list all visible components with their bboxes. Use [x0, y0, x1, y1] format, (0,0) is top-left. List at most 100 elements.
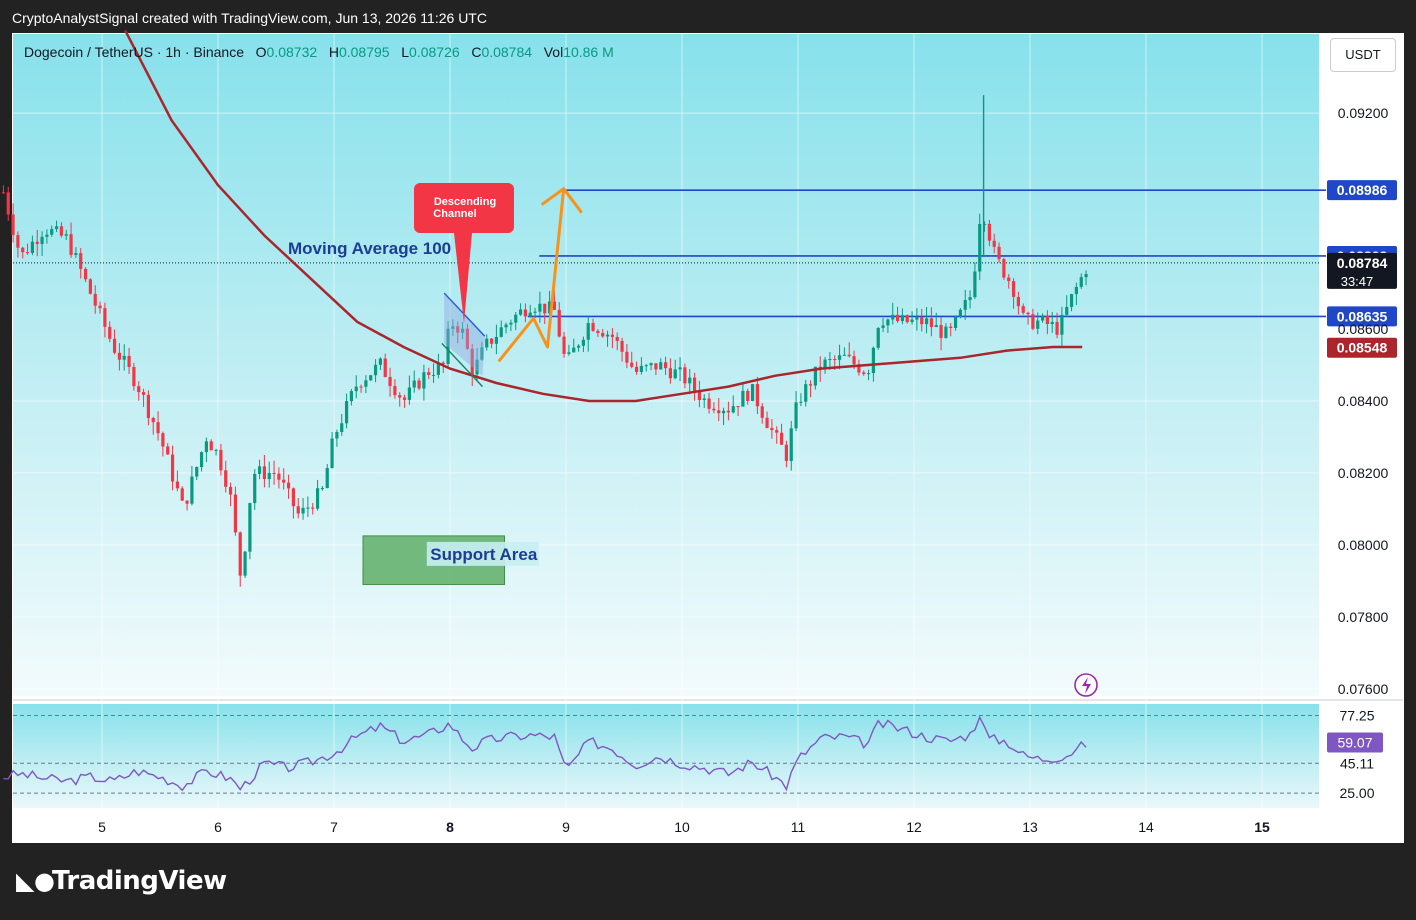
candle-body [224, 470, 228, 487]
candle-body [54, 226, 59, 230]
candle-body [151, 417, 155, 423]
candle-body [117, 352, 121, 360]
candle-body [291, 488, 295, 507]
candle-body [1011, 281, 1016, 297]
candle-body [688, 377, 692, 384]
candle-body [605, 334, 610, 337]
candle-body [572, 347, 576, 353]
candle-body [808, 384, 813, 386]
logo-text: TradingView [52, 866, 227, 896]
candle-body [219, 449, 223, 471]
candle-body [920, 317, 924, 325]
candle-body [707, 398, 711, 409]
candle-body [185, 500, 189, 504]
candle-body [973, 271, 977, 298]
candle-body [557, 309, 561, 337]
candle-body [431, 374, 436, 376]
candle-body [1016, 296, 1020, 307]
low-label: L [401, 44, 410, 60]
countdown-text: 33:47 [1341, 274, 1374, 289]
candle-body [514, 314, 518, 323]
x-tick-label: 12 [906, 819, 922, 835]
candle-body [93, 293, 97, 306]
candle-body [74, 253, 78, 255]
candle-body [576, 345, 581, 348]
volume-value: 10.86 M [563, 44, 614, 60]
candle-body [485, 338, 489, 348]
candle-body [175, 481, 179, 489]
y-tick-label: 0.07800 [1338, 609, 1389, 625]
x-tick-label: 5 [98, 819, 106, 835]
candle-body [190, 476, 194, 504]
candle-body [1002, 259, 1006, 278]
candle-body [146, 394, 150, 418]
candle-body [122, 355, 126, 360]
y-tick-label: 0.08400 [1338, 393, 1389, 409]
candle-body [842, 354, 846, 356]
level-tag-text: 0.08986 [1337, 182, 1388, 198]
candle-body [717, 410, 721, 414]
candle-body [760, 406, 764, 418]
callout-text-1: Descending [434, 196, 496, 208]
rsi-current-text: 59.07 [1337, 735, 1372, 751]
candle-body [301, 507, 305, 514]
price-chart[interactable]: 0.089860.088030.086350.085480.0878433:47… [0, 0, 1416, 920]
candle-body [30, 241, 34, 253]
candle-body [248, 503, 252, 552]
candle-body [615, 336, 619, 341]
candle-body [659, 362, 663, 370]
candle-body [837, 355, 842, 360]
candle-body [895, 314, 900, 322]
candle-body [6, 192, 10, 215]
candle-body [1021, 306, 1025, 313]
candle-body [692, 377, 697, 391]
tv-logo-icon: ◣● [16, 867, 55, 895]
candle-body [141, 392, 146, 395]
candle-body [794, 402, 798, 429]
candle-body [987, 223, 991, 241]
candle-body [340, 423, 344, 433]
candle-body [963, 300, 967, 310]
candle-body [335, 432, 339, 439]
rsi-level-label: 77.25 [1339, 708, 1374, 724]
candle-body [204, 441, 208, 453]
candle-body [422, 372, 426, 389]
candle-body [1, 192, 5, 194]
tradingview-logo[interactable]: ◣●TradingView [16, 866, 227, 896]
candle-body [238, 532, 242, 576]
candle-body [344, 401, 349, 424]
candle-body [538, 303, 542, 312]
candle-body [886, 319, 890, 326]
candle-body [915, 317, 919, 320]
candle-body [775, 430, 779, 433]
candle-body [393, 386, 397, 396]
candle-body [320, 488, 324, 490]
candle-body [944, 326, 948, 338]
candle-body [620, 340, 624, 352]
candle-body [45, 234, 49, 237]
candle-body [325, 467, 329, 489]
currency-button[interactable]: USDT [1330, 38, 1396, 72]
candle-body [378, 358, 382, 365]
candle-body [736, 406, 740, 408]
ohlc-legend: Dogecoin / TetherUS · 1h · Binance O0.08… [24, 44, 614, 60]
candle-body [852, 356, 856, 365]
candle-body [509, 322, 513, 325]
x-tick-label: 6 [214, 819, 222, 835]
candle-body [243, 551, 247, 576]
candle-body [673, 369, 677, 379]
candle-body [170, 454, 175, 482]
candle-body [127, 355, 131, 367]
candle-body [939, 325, 943, 338]
candle-body [992, 240, 996, 247]
candle-body [543, 303, 547, 314]
candle-body [610, 334, 614, 337]
candle-body [11, 214, 15, 236]
candle-body [98, 305, 102, 309]
candle-body [383, 358, 387, 377]
candle-body [166, 446, 170, 455]
symbol-title[interactable]: Dogecoin / TetherUS · 1h · Binance [24, 44, 244, 60]
candle-body [562, 336, 566, 354]
candle-body [330, 438, 334, 468]
candle-body [910, 319, 914, 323]
